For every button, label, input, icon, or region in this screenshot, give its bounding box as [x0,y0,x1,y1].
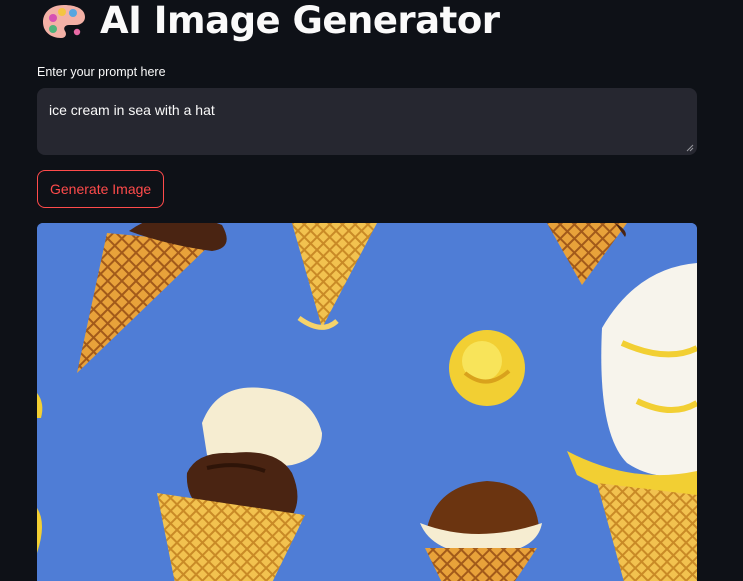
page-title: AI Image Generator [100,0,500,42]
prompt-label: Enter your prompt here [37,65,166,79]
app-page: AI Image Generator Enter your prompt her… [0,0,743,581]
prompt-input-container: ice cream in sea with a hat [37,88,697,155]
generate-image-button[interactable]: Generate Image [37,170,165,208]
prompt-input[interactable]: ice cream in sea with a hat [37,88,697,155]
resize-handle-icon[interactable] [686,144,694,152]
artist-palette-icon [40,1,88,41]
generated-image [37,223,697,581]
header: AI Image Generator [40,0,500,44]
